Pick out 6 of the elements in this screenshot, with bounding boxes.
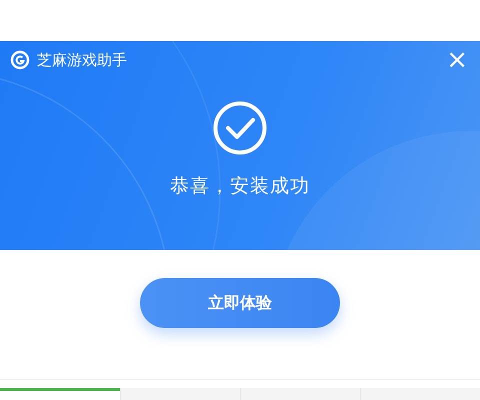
- success-message: 恭喜，安装成功: [170, 174, 310, 199]
- check-circle-icon: [213, 101, 267, 155]
- logo-icon: [10, 50, 30, 70]
- close-button[interactable]: ×: [442, 47, 472, 73]
- window-title: 芝麻游戏助手: [37, 50, 128, 70]
- start-button[interactable]: 立即体验: [140, 278, 340, 328]
